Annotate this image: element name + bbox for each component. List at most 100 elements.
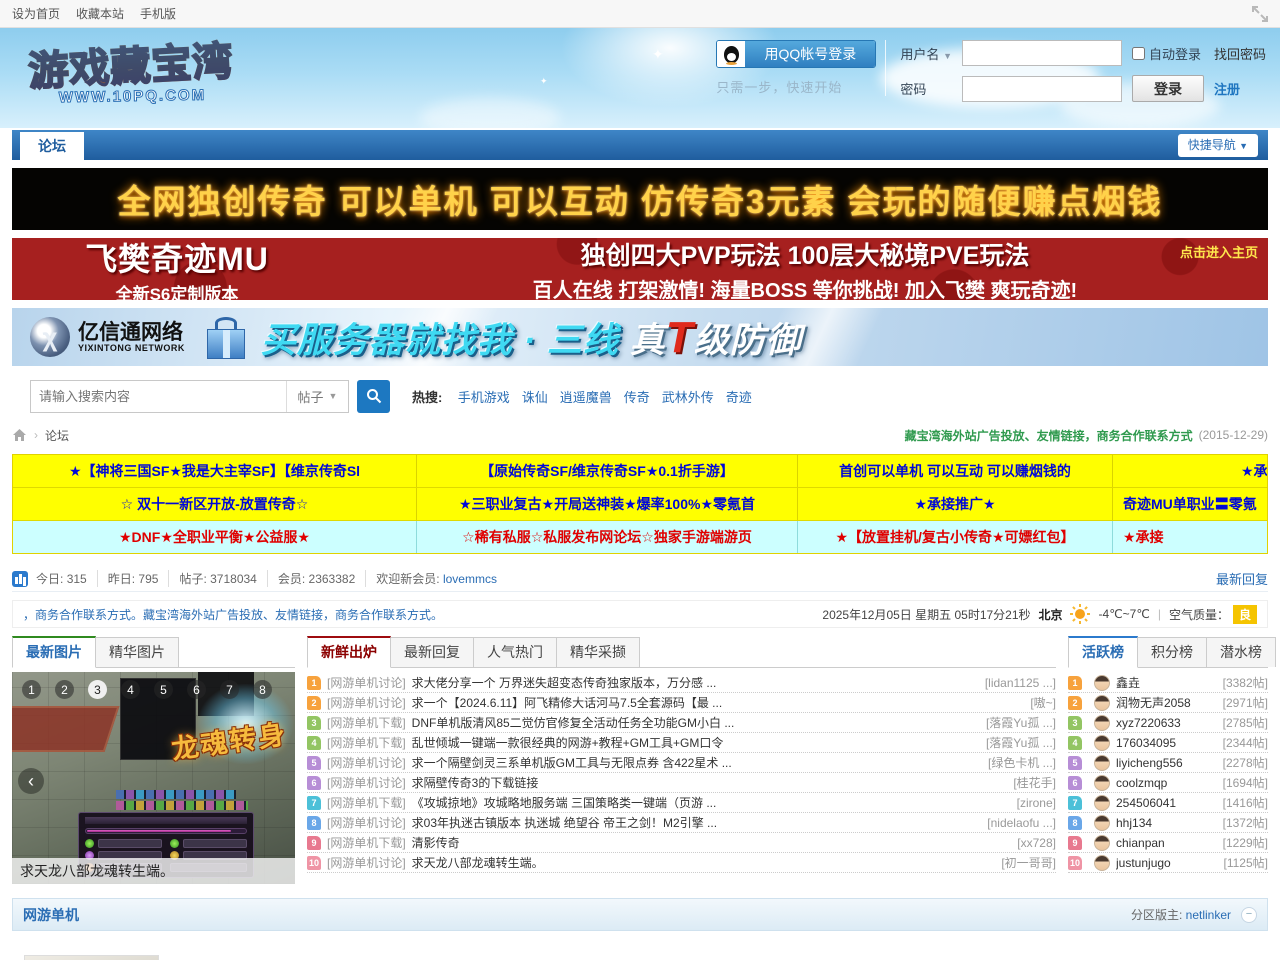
carousel-prev-arrow[interactable]: ‹ <box>18 768 44 794</box>
quick-nav-button[interactable]: 快捷导航 ▼ <box>1178 134 1258 157</box>
thread-author[interactable]: [落霞Yu孤 ...] <box>986 714 1056 731</box>
username-link[interactable]: 鑫垚 <box>1116 674 1223 691</box>
avatar[interactable] <box>1094 755 1110 771</box>
thread-title-link[interactable]: 清影传奇 <box>412 834 1008 851</box>
forum-icon[interactable] <box>24 955 159 960</box>
login-button[interactable]: 登录 <box>1132 75 1204 102</box>
topbar-link[interactable]: 手机版 <box>140 7 176 21</box>
ad-link[interactable]: ★承接推广★ <box>798 488 1113 520</box>
moderator-link[interactable]: netlinker <box>1186 908 1231 922</box>
username-link[interactable]: liyicheng556 <box>1116 756 1223 770</box>
image-carousel[interactable]: 龙魂转身 12345678 <box>12 672 295 884</box>
thread-author[interactable]: [落霞Yu孤 ...] <box>986 734 1056 751</box>
username-link[interactable]: chianpan <box>1116 836 1223 850</box>
register-link[interactable]: 注册 <box>1214 82 1240 97</box>
ad-link[interactable]: ★DNF★全职业平衡★公益服★ <box>13 521 416 553</box>
username-link[interactable]: 254506041 <box>1116 796 1223 810</box>
ranking-tab[interactable]: 积分榜 <box>1137 637 1207 667</box>
chevron-down-icon[interactable]: ▼ <box>943 51 952 61</box>
carousel-page-dot[interactable]: 4 <box>121 680 140 699</box>
thread-author[interactable]: [xx728] <box>1017 836 1056 850</box>
thread-author[interactable]: [nidelaofu ...] <box>987 816 1056 830</box>
thread-category-link[interactable]: [网游单机讨论] <box>327 814 406 831</box>
username-link[interactable]: justunjugo <box>1116 856 1224 870</box>
auto-login-checkbox[interactable] <box>1132 47 1145 60</box>
footer-links-text[interactable]: ，商务合作联系方式。藏宝湾海外站广告投放、友情链接，商务合作联系方式。 <box>23 606 443 623</box>
thread-author[interactable]: [lidan1125 ...] <box>985 676 1056 690</box>
site-logo[interactable]: 游戏藏宝湾 WWW.10PQ.COM <box>12 28 251 128</box>
hot-search-link[interactable]: 奇迹 <box>726 390 752 405</box>
gallery-tab[interactable]: 精华图片 <box>95 637 179 667</box>
thread-title-link[interactable]: 求03年执迷古镇版本 执迷城 绝望谷 帝王之剑！M2引擎 ... <box>412 814 978 831</box>
avatar[interactable] <box>1094 735 1110 751</box>
thread-category-link[interactable]: [网游单机下载] <box>327 714 406 731</box>
ranking-tab[interactable]: 潜水榜 <box>1206 637 1276 667</box>
avatar[interactable] <box>1094 695 1110 711</box>
tab-forum[interactable]: 论坛 <box>20 132 84 160</box>
thread-category-link[interactable]: [网游单机讨论] <box>327 674 406 691</box>
thread-author[interactable]: [嗷~] <box>1030 694 1056 711</box>
username-link[interactable]: 润物无声2058 <box>1116 694 1223 711</box>
ad-link[interactable]: ★承接 <box>1113 521 1268 553</box>
thread-category-link[interactable]: [网游单机讨论] <box>327 854 406 871</box>
thread-category-link[interactable]: [网游单机下载] <box>327 794 406 811</box>
expand-icon[interactable] <box>1252 6 1268 22</box>
threads-tab[interactable]: 人气热门 <box>473 637 557 667</box>
search-scope-select[interactable]: 帖子▼ <box>286 381 348 412</box>
ad-link[interactable]: 【原始传奇SF/维京传奇SF★0.1折手游】 <box>416 455 798 487</box>
topbar-link[interactable]: 设为首页 <box>12 7 60 21</box>
notice-link[interactable]: 藏宝湾海外站广告投放、友情链接，商务合作联系方式 <box>905 427 1193 444</box>
thread-title-link[interactable]: 求天龙八部龙魂转生端。 <box>412 854 992 871</box>
thread-author[interactable]: [初一哥哥] <box>1001 854 1056 871</box>
thread-title-link[interactable]: 求一个【2024.6.11】阿飞精修大话河马7.5全套源码【最 ... <box>412 694 1021 711</box>
breadcrumb-forum[interactable]: 论坛 <box>45 427 69 444</box>
ad-link[interactable]: 首创可以单机 可以互动 可以赚烟钱的 <box>798 455 1113 487</box>
threads-tab[interactable]: 新鲜出炉 <box>307 636 391 668</box>
avatar[interactable] <box>1094 675 1110 691</box>
avatar[interactable] <box>1094 835 1110 851</box>
gallery-tab[interactable]: 最新图片 <box>12 636 96 668</box>
avatar[interactable] <box>1094 855 1110 871</box>
collapse-button[interactable]: − <box>1241 907 1257 923</box>
threads-tab[interactable]: 精华采撷 <box>556 637 640 667</box>
latest-reply-link[interactable]: 最新回复 <box>1216 569 1268 588</box>
username-link[interactable]: coolzmqp <box>1116 776 1223 790</box>
ad-banner-1[interactable]: 全网独创传奇 可以单机 可以互动 仿传奇3元素 会玩的随便赚点烟钱 <box>12 168 1268 230</box>
avatar[interactable] <box>1094 715 1110 731</box>
username-link[interactable]: 176034095 <box>1116 736 1223 750</box>
forgot-password-link[interactable]: 找回密码 <box>1214 47 1266 62</box>
thread-author[interactable]: [zirone] <box>1017 796 1056 810</box>
search-input[interactable] <box>31 381 286 412</box>
avatar[interactable] <box>1094 775 1110 791</box>
thread-title-link[interactable]: DNF单机版清风85二觉仿官修复全活动任务全功能GM小白 ... <box>412 714 976 731</box>
carousel-page-dot[interactable]: 2 <box>55 680 74 699</box>
thread-title-link[interactable]: 求大佬分享一个 万界迷失超变态传奇独家版本，万分感 ... <box>412 674 975 691</box>
section-title-link[interactable]: 网游单机 <box>23 905 79 925</box>
hot-search-link[interactable]: 手机游戏 <box>458 390 510 405</box>
thread-category-link[interactable]: [网游单机讨论] <box>327 694 406 711</box>
hot-search-link[interactable]: 逍遥魔兽 <box>560 390 612 405</box>
ad-banner-2[interactable]: 飞樊奇迹MU 全新S6定制版本 独创四大PVP玩法 100层大秘境PVE玩法 百… <box>12 238 1268 300</box>
carousel-page-dot[interactable]: 8 <box>253 680 272 699</box>
thread-title-link[interactable]: 乱世倾城一键端一款很经典的网游+教程+GM工具+GM口令 <box>412 734 976 751</box>
thread-title-link[interactable]: 求一个隔壁剑灵三系单机版GM工具与无限点券 含422星术 ... <box>412 754 978 771</box>
avatar[interactable] <box>1094 795 1110 811</box>
ad-link[interactable]: ★三职业复古★开局送神装★爆率100%★零氪首 <box>416 488 798 520</box>
ad-link[interactable]: ★【放置挂机/复古小传奇★可嫖红包】 <box>798 521 1113 553</box>
carousel-page-dot[interactable]: 7 <box>220 680 239 699</box>
hot-search-link[interactable]: 诛仙 <box>522 390 548 405</box>
carousel-page-dot[interactable]: 6 <box>187 680 206 699</box>
ranking-tab[interactable]: 活跃榜 <box>1068 636 1138 668</box>
thread-title-link[interactable]: 求隔壁传奇3的下载链接 <box>412 774 1004 791</box>
home-icon[interactable] <box>12 428 27 442</box>
qq-login-button[interactable]: 用QQ帐号登录 <box>716 40 876 68</box>
ad-link[interactable]: ☆ 双十一新区开放-放置传奇☆ <box>13 488 416 520</box>
ad-banner-3[interactable]: 亿信通网络 YIXINTONG NETWORK 买服务器就找我 · 三线 真T级… <box>12 308 1268 366</box>
carousel-caption[interactable]: 求天龙八部龙魂转生端。 <box>12 858 295 884</box>
carousel-page-dot[interactable]: 1 <box>22 680 41 699</box>
hot-search-link[interactable]: 传奇 <box>624 390 650 405</box>
ad-link[interactable]: 奇迹MU单职业〓零氪 <box>1113 488 1268 520</box>
topbar-link[interactable]: 收藏本站 <box>76 7 124 21</box>
username-link[interactable]: hhj134 <box>1116 816 1223 830</box>
search-button[interactable] <box>357 380 390 413</box>
